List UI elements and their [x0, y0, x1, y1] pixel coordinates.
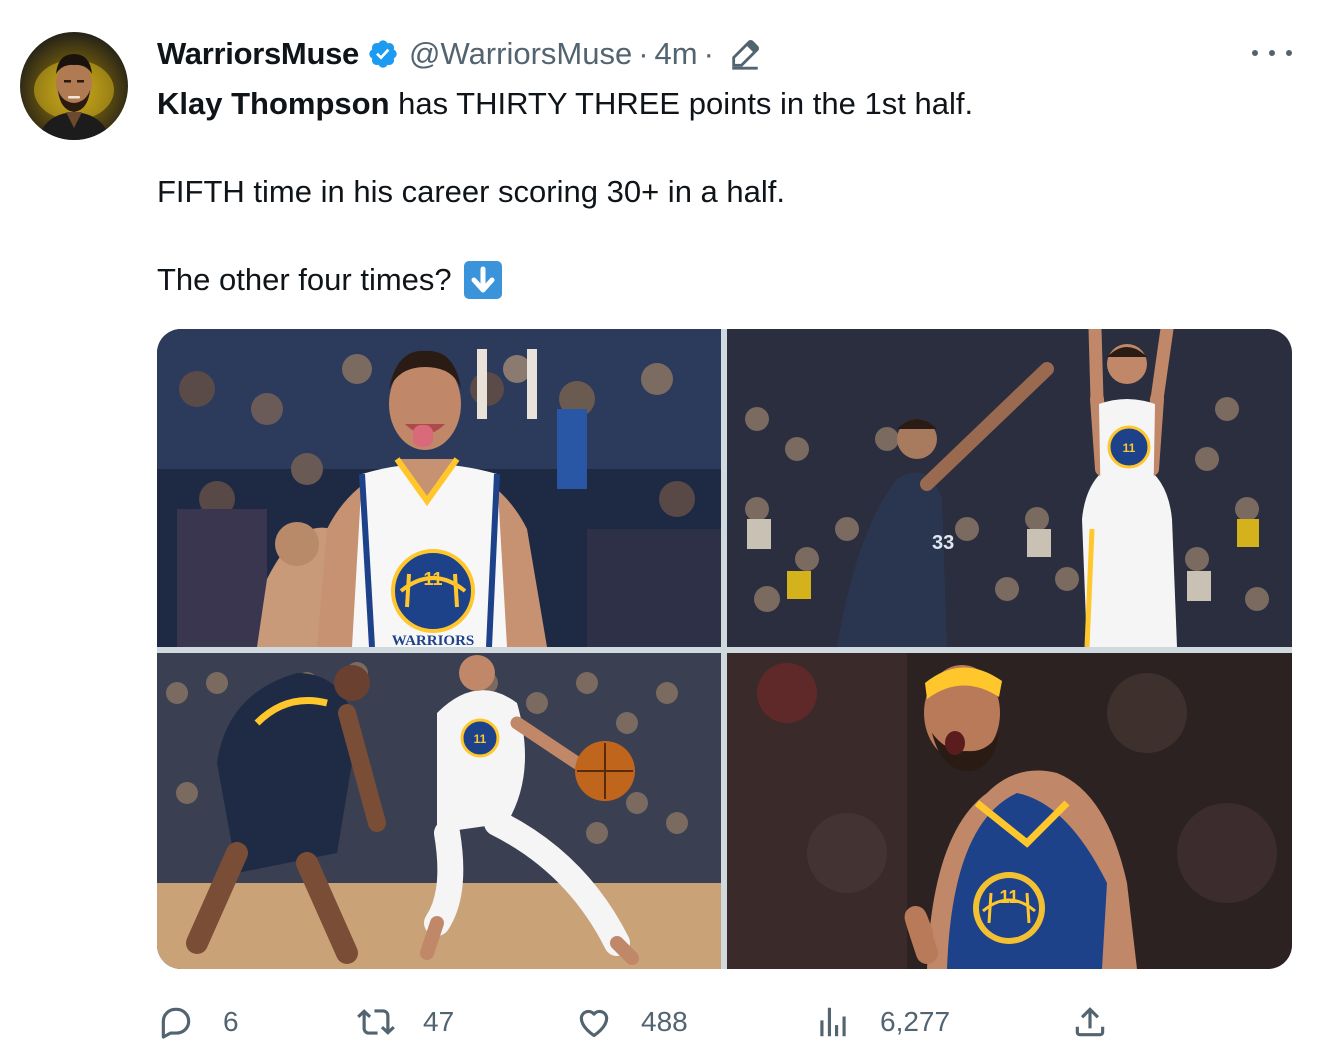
down-arrow-emoji-icon — [463, 261, 502, 299]
tweet-text-line-1: Klay Thompson has THIRTY THREE points in… — [157, 84, 973, 124]
avatar-image — [34, 54, 114, 140]
reply-button[interactable]: 6 — [157, 1000, 239, 1044]
photo-4[interactable]: 11 — [727, 653, 1292, 969]
author-handle[interactable]: @WarriorsMuse — [409, 36, 632, 72]
photo-2[interactable]: 33 11 — [727, 329, 1292, 647]
more-icon[interactable] — [1252, 38, 1292, 68]
media-grid: 11 WARRIORS 33 11 11 11 — [157, 329, 1292, 969]
verified-badge-icon[interactable] — [367, 38, 399, 70]
tweet-text-line-3: The other four times? — [157, 260, 502, 300]
tweet[interactable]: WarriorsMuse @WarriorsMuse · 4m · Klay T… — [0, 0, 1320, 1046]
like-button[interactable]: 488 — [575, 1000, 688, 1044]
share-button[interactable] — [1071, 1000, 1109, 1044]
opponent-number: 33 — [932, 532, 954, 554]
jersey-number: 11 — [474, 732, 487, 746]
author-display-name[interactable]: WarriorsMuse — [157, 36, 359, 72]
views-count: 6,277 — [880, 1006, 951, 1037]
separator-dot: · — [638, 36, 649, 71]
more-dot — [1269, 50, 1275, 56]
jersey-number: 11 — [423, 569, 442, 589]
tweet-timestamp[interactable]: 4m — [655, 36, 698, 72]
retweet-icon — [357, 1009, 395, 1035]
views-icon — [820, 1007, 846, 1037]
share-icon — [1075, 1007, 1105, 1037]
like-icon — [579, 1009, 609, 1038]
reply-count: 6 — [223, 1006, 239, 1037]
like-count: 488 — [641, 1006, 688, 1037]
more-dot — [1252, 50, 1258, 56]
photo-1[interactable]: 11 WARRIORS — [157, 329, 721, 647]
retweet-button[interactable]: 47 — [357, 1000, 454, 1044]
jersey-number: 11 — [1123, 441, 1136, 455]
more-dot — [1286, 50, 1292, 56]
photo-3[interactable]: 11 — [157, 653, 721, 969]
tweet-text: has THIRTY THREE points in the 1st half. — [389, 86, 974, 121]
views-button[interactable]: 6,277 — [814, 1000, 950, 1044]
edit-icon[interactable] — [728, 37, 762, 71]
separator-dot: · — [703, 36, 714, 71]
retweet-count: 47 — [423, 1006, 455, 1037]
avatar[interactable] — [20, 32, 128, 140]
jersey-team-text: WARRIORS — [392, 633, 475, 647]
mentioned-player: Klay Thompson — [157, 86, 390, 121]
reply-icon — [161, 1007, 191, 1039]
tweet-header: WarriorsMuse @WarriorsMuse · 4m · — [157, 34, 762, 74]
jersey-number: 11 — [999, 887, 1018, 907]
action-bar: 6 47 488 6,277 — [157, 1000, 1157, 1044]
tweet-text: The other four times? — [157, 262, 452, 297]
tweet-text-line-2: FIFTH time in his career scoring 30+ in … — [157, 174, 785, 209]
